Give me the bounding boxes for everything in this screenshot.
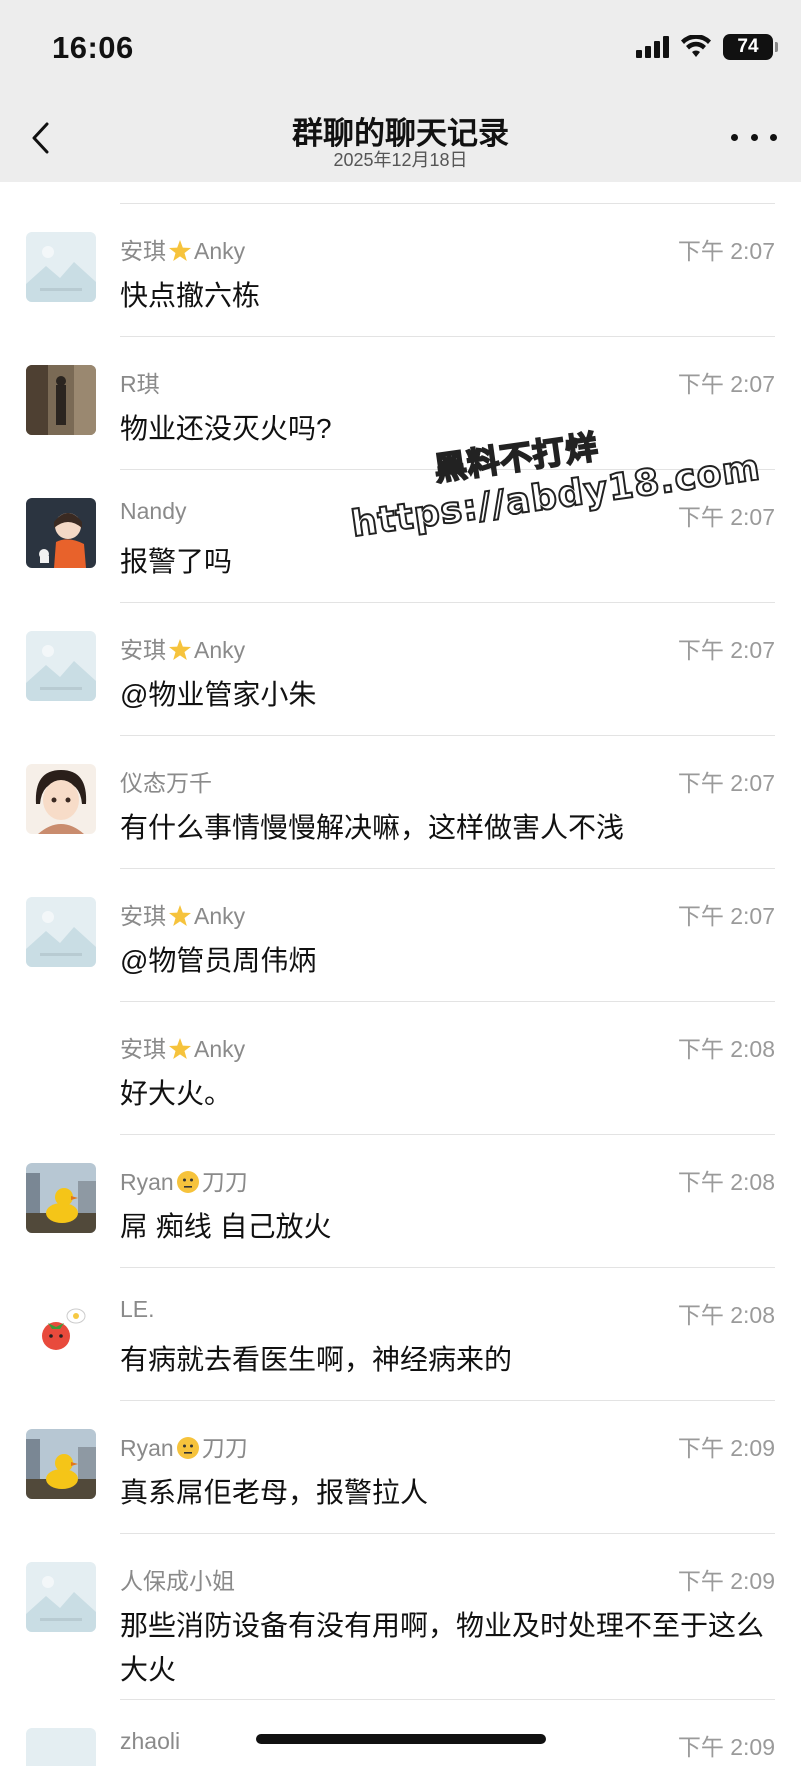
- sender-name: Nandy: [120, 498, 186, 525]
- sender-name: R琪: [120, 365, 160, 399]
- message-row[interactable]: 安琪 Anky 下午 2:08 好大火。: [0, 1002, 801, 1135]
- message-text: 有什么事情慢慢解决嘛，这样做害人不浅: [120, 812, 625, 843]
- sender-name-text: Ryan: [120, 1169, 174, 1195]
- message-text: 物业还没灭火吗?: [120, 413, 332, 444]
- avatar[interactable]: [26, 631, 96, 701]
- avatar[interactable]: [26, 1429, 96, 1499]
- message-time: 下午 2:09: [677, 1734, 775, 1760]
- message-text: 快点撤六栋: [120, 280, 261, 311]
- message-row[interactable]: 安琪 Anky 下午 2:07 快点撤六栋: [0, 204, 801, 337]
- cellular-signal-icon: [636, 36, 669, 58]
- sender-name: 安琪 Anky: [120, 631, 245, 665]
- more-button[interactable]: [731, 120, 777, 154]
- sender-name-text: 安琪: [120, 1036, 166, 1062]
- message-time: 下午 2:07: [677, 371, 775, 397]
- message-time: 下午 2:09: [677, 1435, 775, 1461]
- sender-name: 安琪 Anky: [120, 1030, 245, 1064]
- sender-name: 仪态万千: [120, 764, 212, 798]
- sender-name-text: 人保成小姐: [120, 1568, 235, 1594]
- message-row[interactable]: Nandy 下午 2:07 报警了吗: [0, 470, 801, 603]
- message-row[interactable]: 人保成小姐 下午 2:09 那些消防设备有没有用啊，物业及时处理不至于这么大火: [0, 1534, 801, 1700]
- sender-name-suffix: Anky: [194, 238, 246, 264]
- sender-name-suffix: Anky: [194, 903, 246, 929]
- star-emoji-icon: [169, 905, 191, 926]
- sender-name-text: zhaoli: [120, 1728, 181, 1754]
- message-row[interactable]: zhaoli 下午 2:09: [0, 1700, 801, 1766]
- avatar[interactable]: [26, 498, 96, 568]
- sender-name-text: 安琪: [120, 637, 166, 663]
- status-time: 16:06: [52, 30, 134, 65]
- more-dots-icon: [731, 133, 738, 141]
- message-time: 下午 2:07: [677, 903, 775, 929]
- sender-name-suffix: 刀刀: [201, 1435, 248, 1461]
- sender-name-suffix: 刀刀: [201, 1169, 248, 1195]
- star-emoji-icon: [169, 240, 191, 261]
- message-text: 好大火。: [120, 1078, 233, 1109]
- message-row[interactable]: Ryan 刀刀 下午 2:08 屌 痴线 自己放火: [0, 1135, 801, 1268]
- page-date: 2025年12月18日: [333, 150, 468, 170]
- sender-name-suffix: Anky: [194, 1036, 246, 1062]
- avatar[interactable]: [26, 1296, 96, 1366]
- sender-name-suffix: Anky: [194, 637, 246, 663]
- avatar[interactable]: [26, 764, 96, 834]
- avatar[interactable]: [26, 1163, 96, 1233]
- avatar[interactable]: [26, 365, 96, 435]
- message-time: 下午 2:07: [677, 238, 775, 264]
- sender-name-text: 仪态万千: [120, 770, 212, 796]
- sender-name: Ryan 刀刀: [120, 1163, 248, 1197]
- status-icons: 74: [636, 34, 778, 60]
- sender-name-text: 安琪: [120, 903, 166, 929]
- nav-header: 16:06 74 群聊的聊天记录 2025年12月18日: [0, 0, 801, 182]
- message-time: 下午 2:09: [677, 1568, 775, 1594]
- message-text: @物业管家小朱: [120, 679, 317, 710]
- message-text: 那些消防设备有没有用啊，物业及时处理不至于这么大火: [120, 1610, 765, 1685]
- message-row[interactable]: 安琪 Anky 下午 2:07 @物业管家小朱: [0, 603, 801, 736]
- neutral-face-emoji-icon: [176, 1437, 199, 1459]
- message-row[interactable]: R琪 下午 2:07 物业还没灭火吗?: [0, 337, 801, 470]
- message-text: 屌 痴线 自己放火: [120, 1211, 332, 1242]
- sender-name: LE.: [120, 1296, 155, 1323]
- sender-name-text: R琪: [120, 371, 160, 397]
- message-row[interactable]: 仪态万千 下午 2:07 有什么事情慢慢解决嘛，这样做害人不浅: [0, 736, 801, 869]
- message-text: 报警了吗: [120, 546, 233, 577]
- battery-icon: 74: [723, 34, 778, 60]
- message-time: 下午 2:08: [677, 1169, 775, 1195]
- message-time: 下午 2:07: [677, 637, 775, 663]
- message-row[interactable]: 安琪 Anky 下午 2:07 @物管员周伟炳: [0, 869, 801, 1002]
- message-text: 有病就去看医生啊，神经病来的: [120, 1344, 513, 1375]
- home-indicator: [256, 1734, 546, 1744]
- sender-name: 安琪 Anky: [120, 232, 245, 266]
- avatar[interactable]: [26, 232, 96, 302]
- wifi-icon: [681, 35, 711, 57]
- avatar[interactable]: [26, 1562, 96, 1632]
- message-time: 下午 2:08: [677, 1302, 775, 1328]
- message-row[interactable]: LE. 下午 2:08 有病就去看医生啊，神经病来的: [0, 1268, 801, 1401]
- sender-name: 安琪 Anky: [120, 897, 245, 931]
- sender-name: 人保成小姐: [120, 1562, 235, 1596]
- message-row[interactable]: Ryan 刀刀 下午 2:09 真系屌佢老母，报警拉人: [0, 1401, 801, 1534]
- avatar[interactable]: [26, 897, 96, 967]
- sender-name-text: LE.: [120, 1296, 155, 1322]
- star-emoji-icon: [169, 639, 191, 660]
- message-text: 真系屌佢老母，报警拉人: [120, 1477, 429, 1508]
- sender-name: zhaoli: [120, 1728, 180, 1755]
- neutral-face-emoji-icon: [176, 1171, 199, 1193]
- message-time: 下午 2:07: [677, 504, 775, 530]
- message-time: 下午 2:07: [677, 770, 775, 796]
- message-text: @物管员周伟炳: [120, 945, 317, 976]
- sender-name-text: Nandy: [120, 498, 187, 524]
- avatar[interactable]: [26, 1728, 96, 1766]
- message-time: 下午 2:08: [677, 1036, 775, 1062]
- star-emoji-icon: [169, 1038, 191, 1059]
- sender-name-text: Ryan: [120, 1435, 174, 1461]
- sender-name-text: 安琪: [120, 238, 166, 264]
- sender-name: Ryan 刀刀: [120, 1429, 248, 1463]
